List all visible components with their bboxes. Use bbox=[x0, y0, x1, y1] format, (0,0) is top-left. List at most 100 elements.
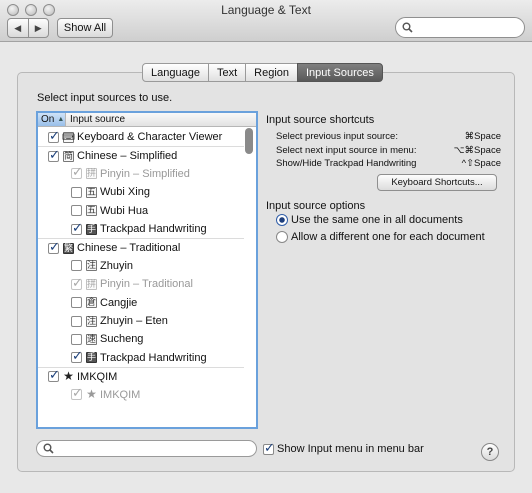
zhuyin-eten-icon: 注 bbox=[86, 315, 97, 327]
show-input-menu-checkbox[interactable] bbox=[263, 440, 275, 456]
input-source-label: Zhuyin bbox=[100, 259, 134, 272]
enable-checkbox[interactable] bbox=[48, 239, 60, 255]
enable-checkbox[interactable] bbox=[71, 220, 83, 236]
input-source-list[interactable]: On ▲ Input source ⌨Keyboard & Character … bbox=[36, 111, 258, 429]
window-title: Language & Text bbox=[221, 3, 311, 17]
shortcut-keys: ^⇧Space bbox=[461, 158, 501, 169]
list-item[interactable]: 拼Pinyin – Simplified bbox=[38, 164, 244, 183]
enable-checkbox[interactable] bbox=[48, 147, 60, 163]
keyboard-viewer-icon: ⌨ bbox=[62, 131, 75, 143]
list-item[interactable]: 手Trackpad Handwriting bbox=[38, 348, 244, 367]
list-search-field[interactable] bbox=[36, 440, 257, 457]
radio-label: Use the same one in all documents bbox=[291, 214, 463, 226]
radio-label: Allow a different one for each document bbox=[291, 231, 485, 243]
chinese-traditional-icon: 繁 bbox=[63, 242, 74, 254]
list-item[interactable]: 速 Sucheng bbox=[38, 330, 244, 348]
enable-checkbox[interactable] bbox=[71, 297, 82, 309]
enable-checkbox bbox=[71, 385, 83, 401]
tab-language[interactable]: Language bbox=[142, 63, 209, 82]
input-source-label: Zhuyin – Eten bbox=[100, 315, 168, 328]
show-all-button[interactable]: Show All bbox=[57, 18, 113, 38]
chinese-simplified-icon: 简 bbox=[63, 150, 74, 162]
window-titlebar: Language & Text ◀ ▶ Show All bbox=[0, 0, 532, 42]
keyboard-shortcuts-button[interactable]: Keyboard Shortcuts... bbox=[377, 174, 497, 191]
tab-text[interactable]: Text bbox=[207, 63, 247, 82]
list-item[interactable]: ★IMKQIM bbox=[38, 385, 244, 403]
input-source-label: Chinese – Simplified bbox=[77, 150, 178, 163]
enable-checkbox[interactable] bbox=[71, 348, 83, 364]
cangjie-icon: 倉 bbox=[86, 297, 97, 309]
shortcut-row-handwriting: Show/Hide Trackpad Handwriting ^⇧Space bbox=[276, 158, 501, 169]
show-input-menu-label: Show Input menu in menu bar bbox=[277, 443, 424, 455]
wubi-hua-icon: 五 bbox=[86, 205, 97, 217]
shortcut-label: Show/Hide Trackpad Handwriting bbox=[276, 158, 417, 169]
input-source-label: Cangjie bbox=[100, 296, 138, 309]
shortcut-label: Select previous input source: bbox=[276, 131, 398, 142]
radio-button-selected[interactable] bbox=[276, 214, 288, 226]
radio-same-all-documents[interactable]: Use the same one in all documents bbox=[276, 214, 463, 226]
input-source-label: Trackpad Handwriting bbox=[100, 223, 207, 236]
list-item[interactable]: 拼Pinyin – Traditional bbox=[38, 275, 244, 293]
list-scrollbar[interactable] bbox=[245, 128, 253, 154]
options-title: Input source options bbox=[266, 200, 366, 212]
navigation-buttons: ◀ ▶ bbox=[7, 18, 49, 38]
column-header-on[interactable]: On ▲ bbox=[38, 113, 66, 126]
search-icon bbox=[402, 22, 413, 33]
input-source-label: IMKQIM bbox=[77, 370, 118, 383]
sort-ascending-icon: ▲ bbox=[57, 116, 65, 123]
input-source-label: Wubi Hua bbox=[100, 204, 149, 217]
input-source-label: Chinese – Traditional bbox=[77, 242, 181, 255]
shortcuts-title: Input source shortcuts bbox=[266, 114, 375, 126]
star-icon: ★ bbox=[86, 387, 97, 402]
enable-checkbox[interactable] bbox=[71, 315, 82, 327]
instruction-label: Select input sources to use. bbox=[37, 92, 173, 104]
tab-region[interactable]: Region bbox=[245, 63, 298, 82]
help-button[interactable]: ? bbox=[481, 443, 499, 461]
forward-button[interactable]: ▶ bbox=[27, 19, 49, 37]
list-item[interactable]: 繁Chinese – Traditional bbox=[38, 238, 244, 256]
back-button[interactable]: ◀ bbox=[8, 19, 28, 37]
zhuyin-icon: 注 bbox=[86, 260, 97, 272]
enable-checkbox[interactable] bbox=[48, 367, 60, 383]
shortcut-keys: ⌥⌘Space bbox=[453, 145, 501, 156]
list-item[interactable]: ★IMKQIM bbox=[38, 367, 244, 385]
list-item[interactable]: 手Trackpad Handwriting bbox=[38, 220, 244, 238]
list-item[interactable]: 注 Zhuyin – Eten bbox=[38, 312, 244, 330]
list-item[interactable]: 倉 Cangjie bbox=[38, 294, 244, 312]
list-item[interactable]: ⌨Keyboard & Character Viewer bbox=[38, 128, 244, 146]
trackpad-handwriting-icon: 手 bbox=[86, 223, 97, 235]
trackpad-handwriting-icon: 手 bbox=[86, 352, 97, 364]
list-rows: ⌨Keyboard & Character Viewer简Chinese – S… bbox=[38, 128, 244, 404]
list-header: On ▲ Input source bbox=[38, 113, 256, 127]
shortcut-label: Select next input source in menu: bbox=[276, 145, 417, 156]
shortcut-row-next: Select next input source in menu: ⌥⌘Spac… bbox=[276, 145, 501, 156]
toolbar-search-field[interactable] bbox=[395, 17, 525, 38]
list-item[interactable]: 简Chinese – Simplified bbox=[38, 146, 244, 164]
shortcut-keys: ⌘Space bbox=[464, 131, 501, 142]
tab-input-sources[interactable]: Input Sources bbox=[297, 63, 383, 82]
input-source-label: Pinyin – Traditional bbox=[100, 278, 193, 291]
radio-button[interactable] bbox=[276, 231, 288, 243]
list-item[interactable]: 五 Wubi Hua bbox=[38, 202, 244, 220]
input-source-label: Trackpad Handwriting bbox=[100, 351, 207, 364]
enable-checkbox[interactable] bbox=[71, 260, 82, 272]
enable-checkbox bbox=[71, 164, 83, 180]
column-header-input-source[interactable]: Input source bbox=[66, 113, 125, 126]
radio-different-each-document[interactable]: Allow a different one for each document bbox=[276, 231, 485, 243]
input-source-label: Sucheng bbox=[100, 333, 144, 346]
show-input-menu-option[interactable]: Show Input menu in menu bar bbox=[263, 440, 424, 456]
list-item[interactable]: 五 Wubi Xing bbox=[38, 183, 244, 201]
enable-checkbox[interactable] bbox=[71, 333, 82, 345]
tab-bar: Language Text Region Input Sources bbox=[142, 63, 383, 82]
input-source-label: Pinyin – Simplified bbox=[100, 167, 190, 180]
enable-checkbox[interactable] bbox=[48, 128, 60, 144]
star-icon: ★ bbox=[63, 369, 74, 384]
list-item[interactable]: 注 Zhuyin bbox=[38, 257, 244, 275]
enable-checkbox bbox=[71, 275, 83, 291]
input-source-label: IMKQIM bbox=[100, 388, 141, 401]
enable-checkbox[interactable] bbox=[71, 205, 82, 217]
pinyin-traditional-icon: 拼 bbox=[86, 278, 97, 290]
input-source-label: Keyboard & Character Viewer bbox=[77, 131, 223, 144]
sucheng-icon: 速 bbox=[86, 333, 97, 345]
enable-checkbox[interactable] bbox=[71, 186, 82, 198]
